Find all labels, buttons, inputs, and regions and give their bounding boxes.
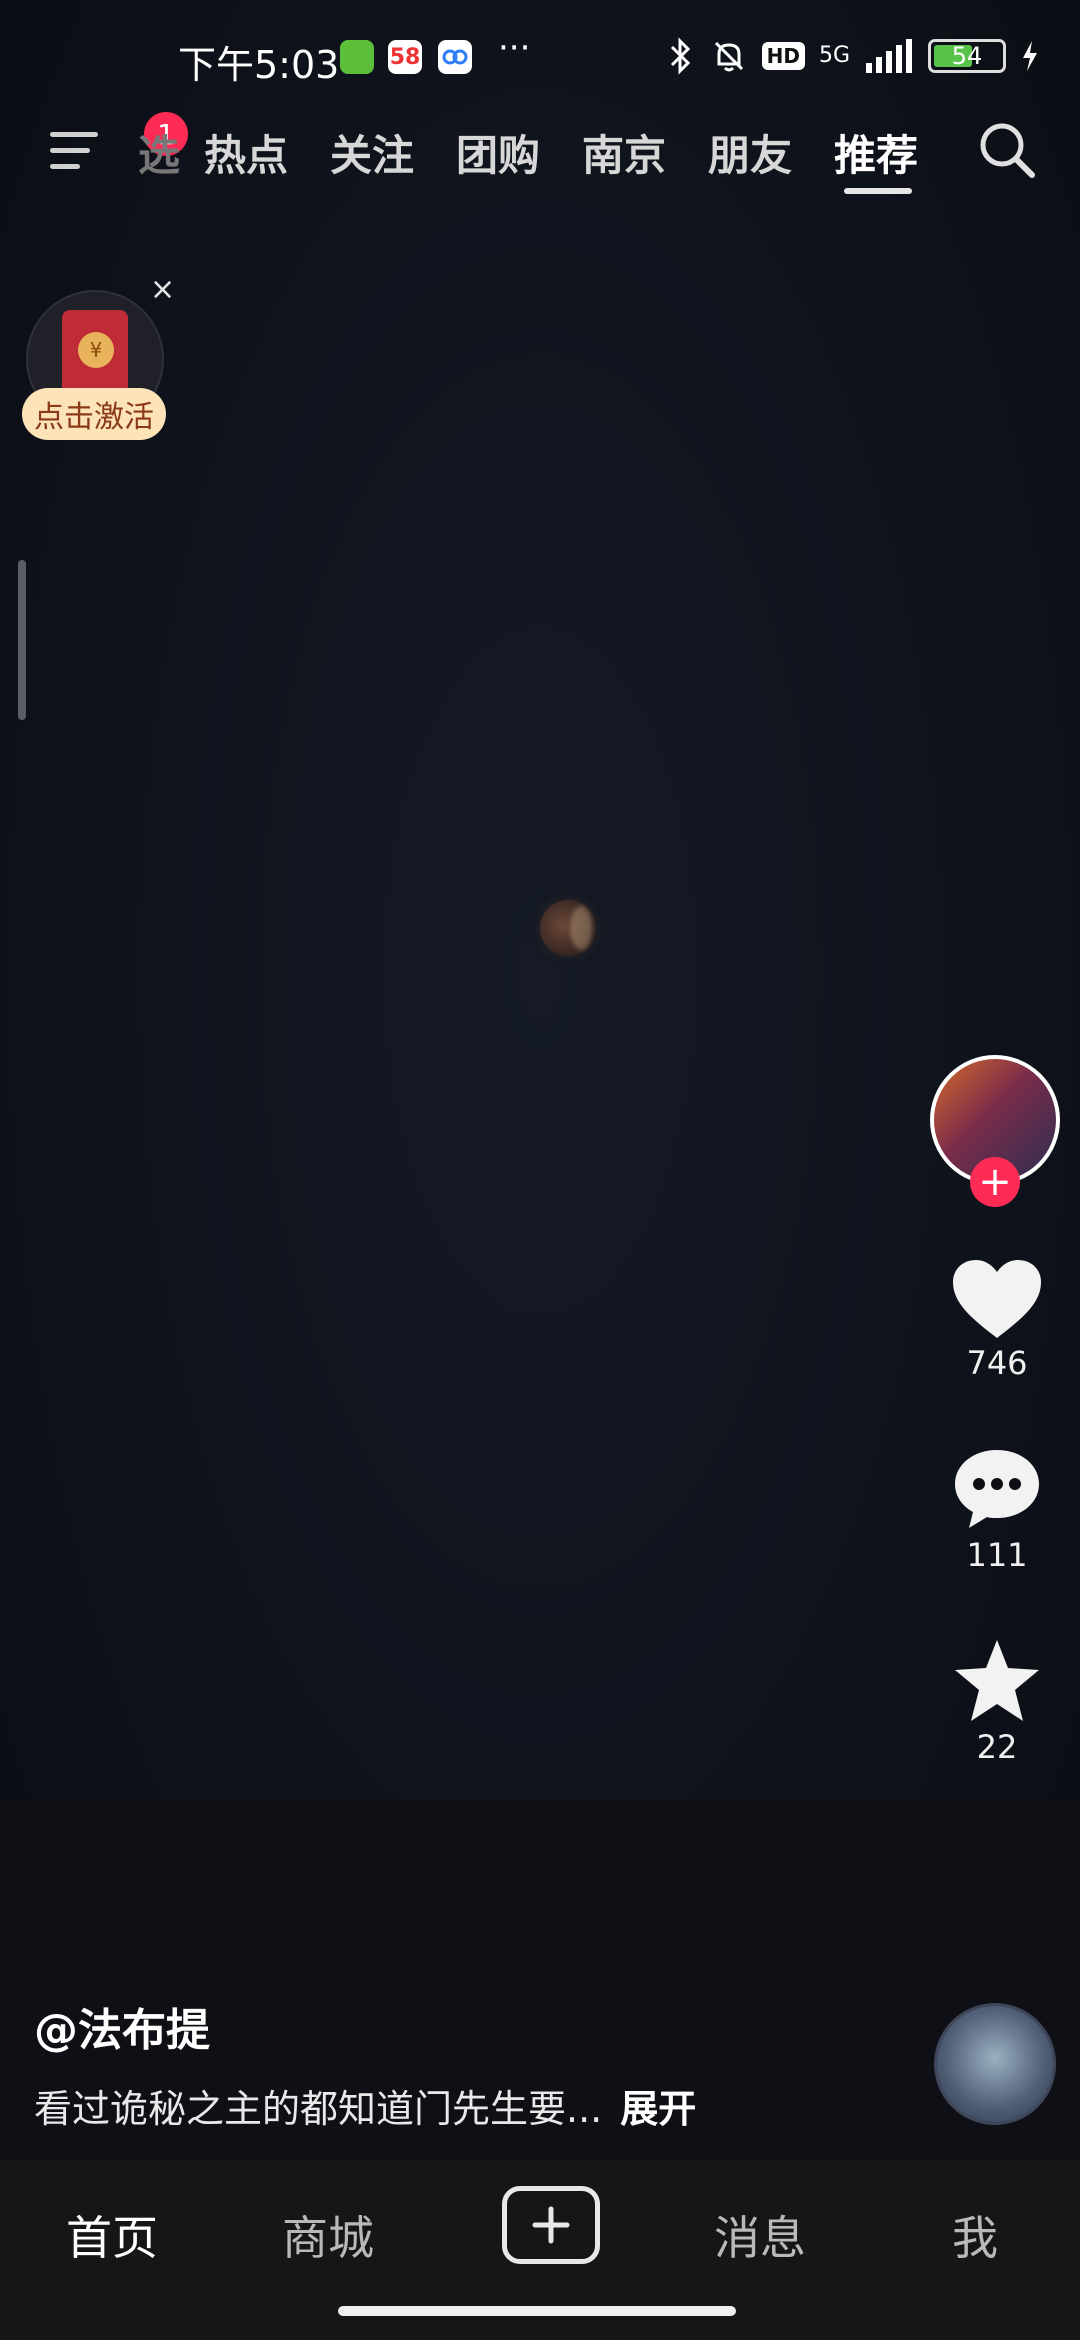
follow-button[interactable]: +	[970, 1157, 1020, 1207]
app-notification-icon	[340, 40, 374, 74]
music-disc[interactable]	[934, 2003, 1056, 2125]
create-button[interactable]	[502, 2186, 600, 2264]
app58-icon: 58	[388, 40, 422, 74]
activate-button[interactable]: 点击激活	[22, 388, 166, 440]
author-name[interactable]: @法布提	[34, 1994, 210, 2058]
like-count: 746	[966, 1344, 1028, 1382]
tab-mall[interactable]: 商城	[282, 2202, 374, 2268]
status-bar: 下午5:03 58 ··· HD 5G 54	[0, 0, 1080, 110]
like-button[interactable]: 746	[924, 1258, 1070, 1382]
progress-scrollbar[interactable]	[18, 560, 26, 720]
mute-bell-icon	[714, 41, 743, 72]
favorite-button[interactable]: 22	[924, 1638, 1070, 1766]
tab-friends[interactable]: 朋友	[708, 122, 792, 183]
signal-icon	[866, 39, 912, 73]
plus-icon	[532, 2206, 570, 2244]
home-indicator[interactable]	[338, 2306, 736, 2316]
close-promo-button[interactable]: ×	[150, 272, 175, 307]
tab-home[interactable]: 首页	[66, 2202, 158, 2268]
heart-icon	[953, 1260, 1041, 1338]
tab-recommend[interactable]: 推荐	[834, 122, 918, 183]
comment-icon	[955, 1450, 1039, 1528]
tab-nanjing[interactable]: 南京	[582, 122, 666, 183]
comment-count: 111	[966, 1536, 1028, 1574]
top-nav: 1 选 热点 关注 团购 南京 朋友 推荐	[0, 110, 1080, 200]
search-icon[interactable]	[975, 118, 1039, 182]
caption-text: 看过诡秘之主的都知道门先生要...	[34, 2087, 603, 2131]
network-label: 5G	[818, 43, 850, 68]
tab-group-buy[interactable]: 团购	[456, 122, 540, 183]
expand-link[interactable]: 展开	[620, 2087, 696, 2131]
charging-icon	[1023, 41, 1037, 71]
tab-partial[interactable]: 选	[138, 122, 180, 183]
bluetooth-icon	[670, 37, 690, 75]
coin-icon: ¥	[78, 332, 114, 368]
active-tab-indicator	[844, 188, 912, 194]
comment-button[interactable]: 111	[924, 1446, 1070, 1574]
tab-hot[interactable]: 热点	[204, 122, 288, 183]
cloud-app-icon	[438, 40, 472, 74]
more-notifications: ···	[498, 28, 531, 68]
video-caption[interactable]: 看过诡秘之主的都知道门先生要... 展开	[34, 2078, 696, 2133]
status-time: 下午5:03	[178, 43, 340, 87]
hd-icon: HD	[761, 42, 805, 70]
tab-messages[interactable]: 消息	[714, 2202, 806, 2268]
favorite-count: 22	[976, 1728, 1018, 1766]
tab-me[interactable]: 我	[952, 2202, 998, 2268]
tab-following[interactable]: 关注	[330, 122, 414, 183]
menu-button[interactable]: 1	[50, 112, 188, 174]
star-icon	[955, 1640, 1039, 1721]
moon-image	[540, 900, 596, 956]
battery-icon: 54	[928, 39, 1006, 73]
